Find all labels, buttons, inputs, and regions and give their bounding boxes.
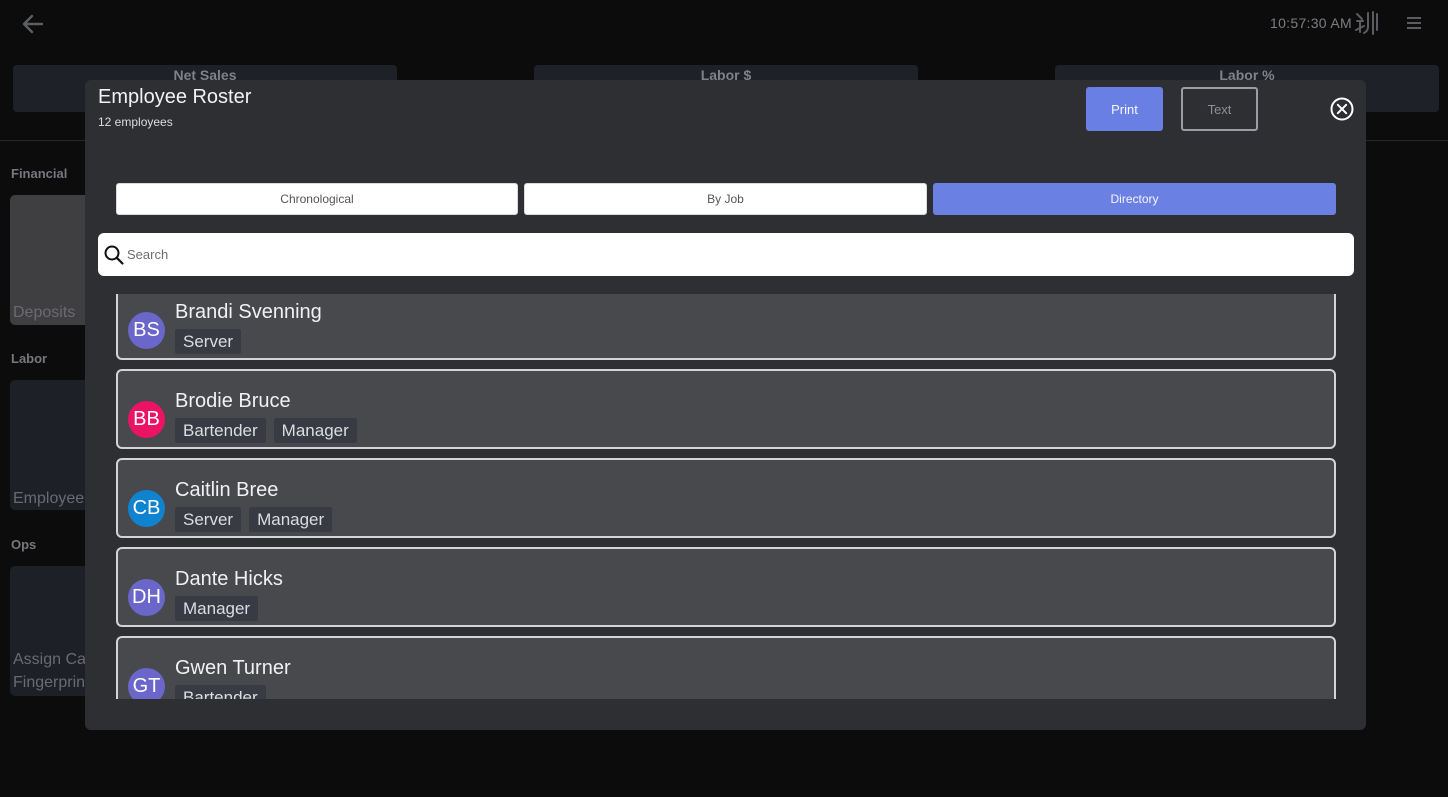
modal-title: Employee Roster — [98, 86, 252, 108]
employee-name: Dante Hicks — [175, 568, 283, 590]
search-input[interactable] — [127, 241, 1337, 268]
employee-name: Brodie Bruce — [175, 390, 291, 412]
avatar: GT — [128, 668, 165, 699]
print-button[interactable]: Print — [1086, 87, 1163, 131]
employee-card[interactable]: GT Gwen Turner Bartender — [116, 636, 1336, 699]
search-box — [98, 233, 1354, 276]
job-chip: Manager — [175, 596, 259, 621]
back-arrow-icon[interactable] — [20, 11, 46, 37]
job-chips: Bartender — [175, 685, 266, 699]
employee-card[interactable]: DH Dante Hicks Manager — [116, 547, 1336, 627]
job-chips: Server Manager — [175, 507, 333, 532]
employee-list-inner: BS Brandi Svenning Server BB Brodie Bruce Bar… — [116, 294, 1336, 699]
section-label-labor: Labor — [11, 351, 48, 366]
avatar: BB — [128, 401, 165, 438]
view-tabs: Chronological By Job Directory — [116, 183, 1336, 215]
section-label-financial: Financial — [11, 166, 68, 181]
search-icon — [103, 244, 125, 266]
hamburger-menu-icon[interactable] — [1403, 12, 1425, 34]
tab-directory[interactable]: Directory — [933, 183, 1336, 215]
avatar: DH — [128, 579, 165, 616]
tile-label: Assign Ca Fingerprin — [13, 651, 86, 691]
brand-logo-icon — [1354, 10, 1380, 36]
section-label-ops: Ops — [11, 537, 37, 552]
job-chips: Manager — [175, 596, 259, 621]
job-chips: Server — [175, 329, 242, 354]
modal-subtitle: 12 employees — [98, 115, 173, 129]
avatar: BS — [128, 312, 165, 349]
job-chip: Manager — [249, 507, 333, 532]
tile-label: Deposits — [13, 304, 76, 321]
avatar: CB — [128, 490, 165, 527]
tab-by-job[interactable]: By Job — [524, 183, 927, 215]
text-button[interactable]: Text — [1181, 87, 1258, 131]
job-chip: Server — [175, 507, 242, 532]
job-chip: Bartender — [175, 685, 266, 699]
job-chip: Bartender — [175, 418, 266, 443]
employee-card[interactable]: BS Brandi Svenning Server — [116, 294, 1336, 360]
employee-list[interactable]: BS Brandi Svenning Server BB Brodie Bruce Bar… — [116, 294, 1336, 699]
employee-name: Brandi Svenning — [175, 301, 322, 323]
close-icon[interactable] — [1329, 96, 1355, 122]
clock: 10:57:30 AM — [1270, 15, 1352, 31]
employee-card[interactable]: CB Caitlin Bree Server Manager — [116, 458, 1336, 538]
job-chip: Manager — [273, 418, 357, 443]
job-chips: Bartender Manager — [175, 418, 357, 443]
employee-roster-modal: Employee Roster 12 employees Print Text … — [85, 80, 1366, 730]
employee-name: Gwen Turner — [175, 657, 291, 679]
tile-label: Employee — [13, 490, 85, 507]
employee-name: Caitlin Bree — [175, 479, 279, 501]
top-bar: 10:57:30 AM — [0, 0, 1448, 46]
tab-chronological[interactable]: Chronological — [116, 183, 518, 215]
employee-card[interactable]: BB Brodie Bruce Bartender Manager — [116, 369, 1336, 449]
job-chip: Server — [175, 329, 242, 354]
